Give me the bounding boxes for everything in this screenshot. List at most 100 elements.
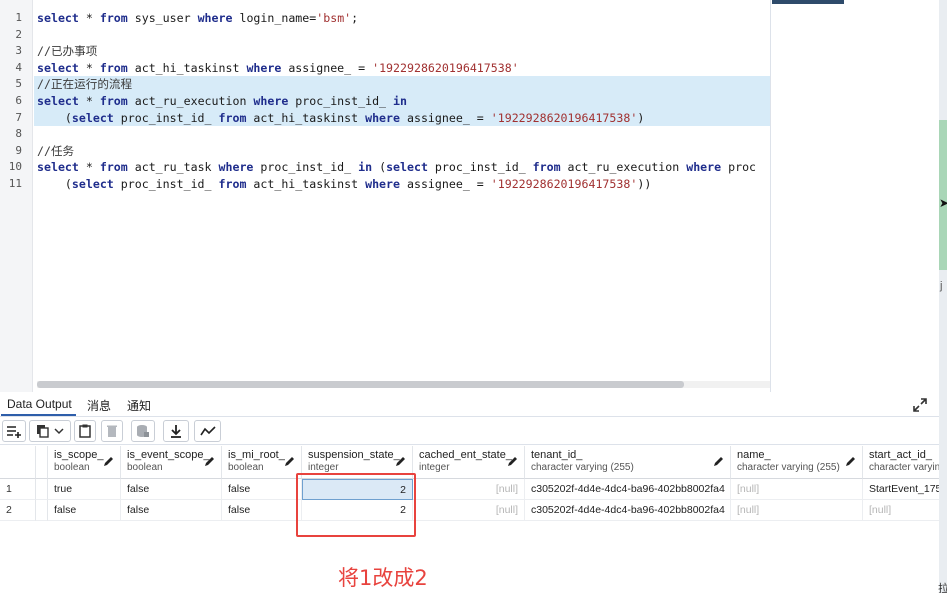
line-number: 6 <box>15 94 22 107</box>
sql-text: ( <box>372 160 387 175</box>
dropdown-chevron-icon[interactable] <box>54 427 64 435</box>
table-cell[interactable]: false <box>222 500 302 521</box>
scrollbar-thumb[interactable] <box>37 381 684 388</box>
line-number-gutter: 1 2 3 4 5 6 7 8 9 10 11 <box>0 0 33 392</box>
row-select-cell[interactable] <box>36 479 48 500</box>
table-cell[interactable]: [null] <box>413 479 525 500</box>
code-line[interactable] <box>34 126 37 143</box>
code-area[interactable]: select * from sys_user where login_name=… <box>34 0 770 380</box>
sql-text: assignee_ = <box>400 110 491 125</box>
delete-button[interactable] <box>101 420 123 442</box>
code-line[interactable]: //正在运行的流程 <box>34 76 770 93</box>
tab-data-output[interactable]: Data Output <box>7 397 72 411</box>
sql-text: proc_inst_id_ <box>113 110 219 125</box>
code-line[interactable]: select * from act_ru_task where proc_ins… <box>34 159 756 176</box>
line-number: 3 <box>15 44 22 58</box>
table-cell[interactable]: false <box>222 479 302 500</box>
table-cell[interactable]: false <box>48 500 121 521</box>
column-type: integer <box>308 462 339 473</box>
expand-icon[interactable] <box>913 398 927 412</box>
column-header[interactable]: start_act_id_ character varying <box>863 446 939 479</box>
sql-text: login_name= <box>232 11 317 25</box>
table-cell[interactable]: true <box>48 479 121 500</box>
sql-text: ( <box>37 177 72 191</box>
sql-text: act_hi_taskinst <box>127 60 247 75</box>
code-line[interactable] <box>34 27 37 44</box>
code-line[interactable]: //已办事项 <box>34 43 97 60</box>
tab-notifications[interactable]: 通知 <box>127 397 151 414</box>
column-header[interactable]: is_scope_ boolean <box>48 446 121 479</box>
code-line[interactable]: select * from sys_user where login_name=… <box>34 10 358 27</box>
sql-text: * <box>78 160 100 175</box>
edit-pencil-icon[interactable] <box>284 456 295 467</box>
column-header[interactable]: cached_ent_state_ integer <box>413 446 525 479</box>
line-number: 9 <box>15 143 22 157</box>
column-header[interactable]: name_ character varying (255) <box>731 446 863 479</box>
sql-keyword: select <box>37 160 79 175</box>
sql-text: act_hi_taskinst <box>246 177 366 191</box>
sql-comment: //正在运行的流程 <box>37 77 133 92</box>
edit-pencil-icon[interactable] <box>507 456 518 467</box>
sql-text: * <box>78 11 100 25</box>
download-button[interactable] <box>163 420 189 442</box>
paste-button[interactable] <box>74 420 96 442</box>
graph-icon <box>199 426 216 436</box>
column-header[interactable]: tenant_id_ character varying (255) <box>525 446 731 479</box>
add-row-icon <box>7 426 21 438</box>
column-type: character varying (255) <box>531 462 634 473</box>
edit-pencil-icon[interactable] <box>204 456 215 467</box>
sql-keyword: from <box>99 60 128 75</box>
table-cell[interactable]: [null] <box>731 500 863 521</box>
graph-visualiser-button[interactable] <box>194 420 221 442</box>
table-cell[interactable]: false <box>121 500 222 521</box>
edit-pencil-icon[interactable] <box>845 456 856 467</box>
code-line[interactable]: //任务 <box>34 143 74 160</box>
editor-horizontal-scrollbar[interactable] <box>37 381 770 388</box>
row-number-header <box>0 446 36 479</box>
select-column-header[interactable] <box>36 446 48 479</box>
sql-keyword: from <box>218 177 247 191</box>
code-line[interactable]: (select proc_inst_id_ from act_hi_taskin… <box>34 109 770 127</box>
edit-pencil-icon[interactable] <box>103 456 114 467</box>
line-number: 8 <box>15 127 22 141</box>
sql-keyword: where <box>365 110 400 125</box>
row-number[interactable]: 2 <box>0 500 36 521</box>
sql-string: '1922928620196417538' <box>372 60 519 75</box>
table-cell[interactable]: [null] <box>413 500 525 521</box>
column-header[interactable]: is_mi_root_ boolean <box>222 446 302 479</box>
table-cell[interactable]: c305202f-4d4e-4dc4-ba96-402bb8002fa4 <box>525 500 731 521</box>
line-number: 4 <box>15 60 22 74</box>
row-select-cell[interactable] <box>36 500 48 521</box>
code-line[interactable]: select * from act_ru_execution where pro… <box>34 93 770 110</box>
annotation-text: 将1改成2 <box>338 566 428 590</box>
edit-pencil-icon[interactable] <box>395 456 406 467</box>
column-name: cached_ent_state_ <box>419 449 512 461</box>
column-type: integer <box>419 462 450 473</box>
sql-editor[interactable]: 1 2 3 4 5 6 7 8 9 10 11 select * from sys_user whe… <box>0 0 771 392</box>
column-header[interactable]: is_event_scope_ boolean <box>121 446 222 479</box>
code-line[interactable]: select * from act_hi_taskinst where assi… <box>34 60 519 77</box>
row-number[interactable]: 1 <box>0 479 36 500</box>
table-cell[interactable]: [null] <box>863 500 939 521</box>
sql-keyword: select <box>386 160 428 175</box>
edit-pencil-icon[interactable] <box>713 456 724 467</box>
sql-text: )) <box>637 177 652 191</box>
table-cell[interactable]: StartEvent_175 <box>863 479 939 500</box>
code-line[interactable]: (select proc_inst_id_ from act_hi_taskin… <box>34 176 651 193</box>
table-cell[interactable]: [null] <box>731 479 863 500</box>
sql-text: * <box>78 94 100 108</box>
sql-keyword: from <box>99 160 128 175</box>
tab-messages[interactable]: 消息 <box>87 397 111 414</box>
save-data-button[interactable] <box>131 420 155 442</box>
add-row-button[interactable] <box>2 420 26 442</box>
background-window-fragment: 拉 <box>938 583 947 593</box>
data-output-toolbar <box>0 417 939 445</box>
table-cell[interactable]: c305202f-4d4e-4dc4-ba96-402bb8002fa4 <box>525 479 731 500</box>
sql-keyword: select <box>71 177 114 191</box>
copy-button[interactable] <box>29 420 71 442</box>
sql-keyword: from <box>532 160 561 175</box>
sql-text: act_ru_execution <box>127 94 254 108</box>
sql-keyword: where <box>197 11 233 25</box>
table-cell[interactable]: false <box>121 479 222 500</box>
sql-text: ; <box>351 11 359 25</box>
